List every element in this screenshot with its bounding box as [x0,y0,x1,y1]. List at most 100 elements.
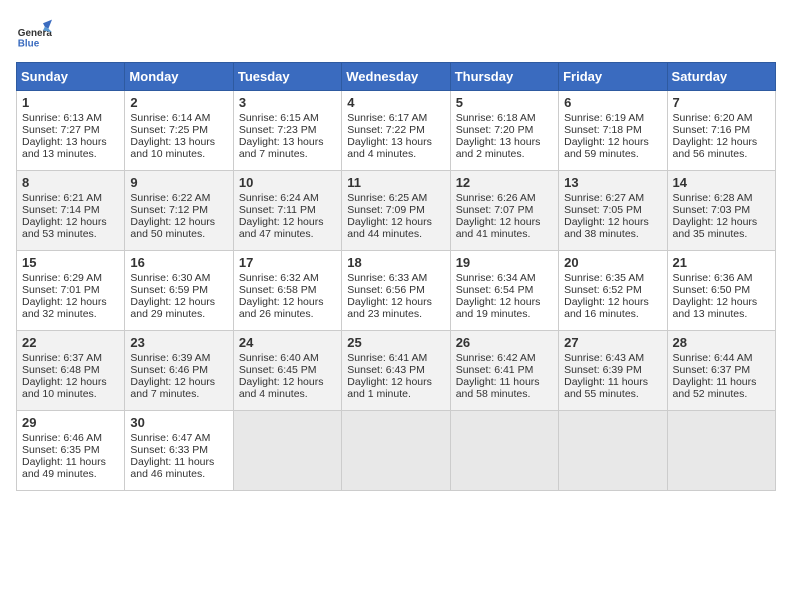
day-info-line: Sunrise: 6:46 AM [22,432,119,444]
day-info-line: Sunrise: 6:28 AM [673,192,770,204]
day-info-line: Daylight: 13 hours [130,136,227,148]
day-number: 11 [347,175,444,190]
day-info-line: Sunset: 7:11 PM [239,204,336,216]
day-info-line: Daylight: 11 hours [456,376,553,388]
day-info-line: Sunset: 7:01 PM [22,284,119,296]
day-info-line: Sunset: 7:05 PM [564,204,661,216]
day-info-line: Sunrise: 6:26 AM [456,192,553,204]
day-info-line: and 4 minutes. [347,148,444,160]
calendar-table: SundayMondayTuesdayWednesdayThursdayFrid… [16,62,776,491]
day-number: 14 [673,175,770,190]
day-info-line: Sunrise: 6:41 AM [347,352,444,364]
day-info-line: Sunset: 6:58 PM [239,284,336,296]
page-header: General Blue [16,16,776,52]
day-info-line: and 10 minutes. [130,148,227,160]
day-info-line: Sunset: 7:22 PM [347,124,444,136]
day-info-line: Daylight: 12 hours [564,216,661,228]
day-info-line: Daylight: 11 hours [22,456,119,468]
day-info-line: and 1 minute. [347,388,444,400]
day-number: 16 [130,255,227,270]
day-info-line: Daylight: 12 hours [347,296,444,308]
day-info-line: Sunset: 6:33 PM [130,444,227,456]
day-info-line: Daylight: 11 hours [564,376,661,388]
day-info-line: and 7 minutes. [130,388,227,400]
day-info-line: and 16 minutes. [564,308,661,320]
day-info-line: Sunrise: 6:34 AM [456,272,553,284]
day-number: 24 [239,335,336,350]
day-info-line: Daylight: 12 hours [22,296,119,308]
day-info-line: Sunset: 6:45 PM [239,364,336,376]
day-number: 20 [564,255,661,270]
logo: General Blue [16,16,52,52]
day-info-line: and 53 minutes. [22,228,119,240]
day-info-line: and 59 minutes. [564,148,661,160]
day-number: 5 [456,95,553,110]
day-info-line: Sunrise: 6:29 AM [22,272,119,284]
day-info-line: Sunset: 7:14 PM [22,204,119,216]
day-number: 3 [239,95,336,110]
day-number: 9 [130,175,227,190]
day-info-line: Sunset: 6:50 PM [673,284,770,296]
day-info-line: Daylight: 11 hours [130,456,227,468]
day-number: 2 [130,95,227,110]
day-info-line: and 56 minutes. [673,148,770,160]
weekday-header: Wednesday [342,63,450,91]
day-number: 12 [456,175,553,190]
day-number: 8 [22,175,119,190]
day-info-line: Sunrise: 6:20 AM [673,112,770,124]
day-info-line: Sunset: 7:09 PM [347,204,444,216]
day-info-line: Daylight: 13 hours [22,136,119,148]
logo-icon: General Blue [16,16,52,52]
calendar-cell: 21Sunrise: 6:36 AMSunset: 6:50 PMDayligh… [667,251,775,331]
day-info-line: Daylight: 12 hours [673,136,770,148]
day-number: 1 [22,95,119,110]
calendar-cell: 6Sunrise: 6:19 AMSunset: 7:18 PMDaylight… [559,91,667,171]
day-info-line: Sunset: 6:56 PM [347,284,444,296]
day-info-line: and 38 minutes. [564,228,661,240]
calendar-cell: 7Sunrise: 6:20 AMSunset: 7:16 PMDaylight… [667,91,775,171]
day-info-line: Daylight: 11 hours [673,376,770,388]
day-info-line: Daylight: 12 hours [673,296,770,308]
day-info-line: and 19 minutes. [456,308,553,320]
day-number: 25 [347,335,444,350]
day-info-line: Sunrise: 6:44 AM [673,352,770,364]
weekday-header: Saturday [667,63,775,91]
day-number: 29 [22,415,119,430]
day-info-line: and 50 minutes. [130,228,227,240]
weekday-header: Tuesday [233,63,341,91]
day-info-line: Daylight: 12 hours [347,376,444,388]
day-info-line: Sunrise: 6:14 AM [130,112,227,124]
day-info-line: and 29 minutes. [130,308,227,320]
day-info-line: Daylight: 12 hours [456,296,553,308]
calendar-cell: 29 Sunrise: 6:46 AMSunset: 6:35 PMDayligh… [17,411,125,491]
day-info-line: Sunset: 6:43 PM [347,364,444,376]
day-info-line: Sunrise: 6:13 AM [22,112,119,124]
day-info-line: Daylight: 12 hours [239,376,336,388]
calendar-cell: 14Sunrise: 6:28 AMSunset: 7:03 PMDayligh… [667,171,775,251]
day-info-line: and 26 minutes. [239,308,336,320]
day-info-line: Sunrise: 6:25 AM [347,192,444,204]
day-info-line: Sunrise: 6:18 AM [456,112,553,124]
day-info-line: Sunset: 6:41 PM [456,364,553,376]
day-info-line: Sunset: 6:46 PM [130,364,227,376]
day-info-line: and 35 minutes. [673,228,770,240]
day-info-line: Daylight: 12 hours [564,136,661,148]
day-info-line: Sunset: 6:52 PM [564,284,661,296]
weekday-header: Sunday [17,63,125,91]
calendar-cell: 26Sunrise: 6:42 AMSunset: 6:41 PMDayligh… [450,331,558,411]
day-number: 19 [456,255,553,270]
day-info-line: Daylight: 12 hours [239,296,336,308]
day-info-line: Sunrise: 6:15 AM [239,112,336,124]
day-info-line: and 23 minutes. [347,308,444,320]
day-info-line: Sunrise: 6:22 AM [130,192,227,204]
calendar-cell: 16Sunrise: 6:30 AMSunset: 6:59 PMDayligh… [125,251,233,331]
day-info-line: Daylight: 13 hours [456,136,553,148]
calendar-cell: 1Sunrise: 6:13 AMSunset: 7:27 PMDaylight… [17,91,125,171]
day-info-line: Sunset: 6:35 PM [22,444,119,456]
calendar-cell: 2Sunrise: 6:14 AMSunset: 7:25 PMDaylight… [125,91,233,171]
calendar-cell: 27Sunrise: 6:43 AMSunset: 6:39 PMDayligh… [559,331,667,411]
day-info-line: Daylight: 12 hours [673,216,770,228]
day-info-line: Sunrise: 6:39 AM [130,352,227,364]
day-info-line: Sunrise: 6:37 AM [22,352,119,364]
day-info-line: Sunset: 7:16 PM [673,124,770,136]
